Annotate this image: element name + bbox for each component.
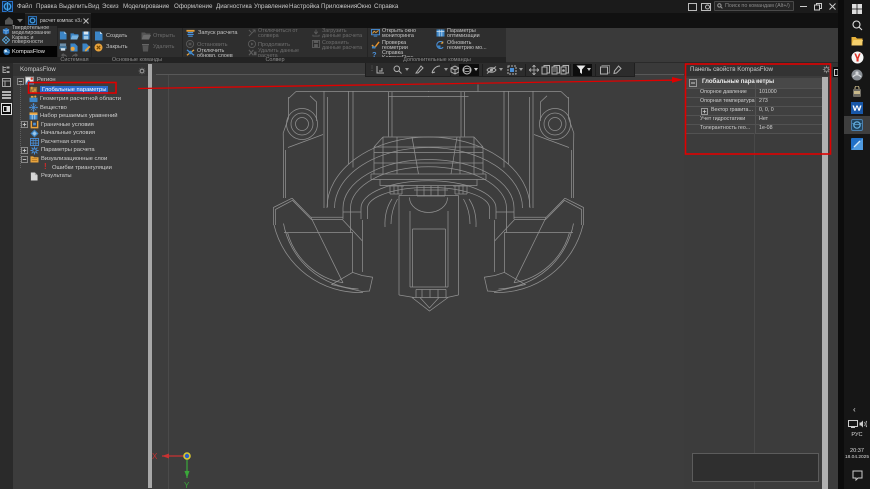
svg-text:X: X — [152, 452, 158, 461]
svg-text:Y: Y — [184, 481, 190, 489]
